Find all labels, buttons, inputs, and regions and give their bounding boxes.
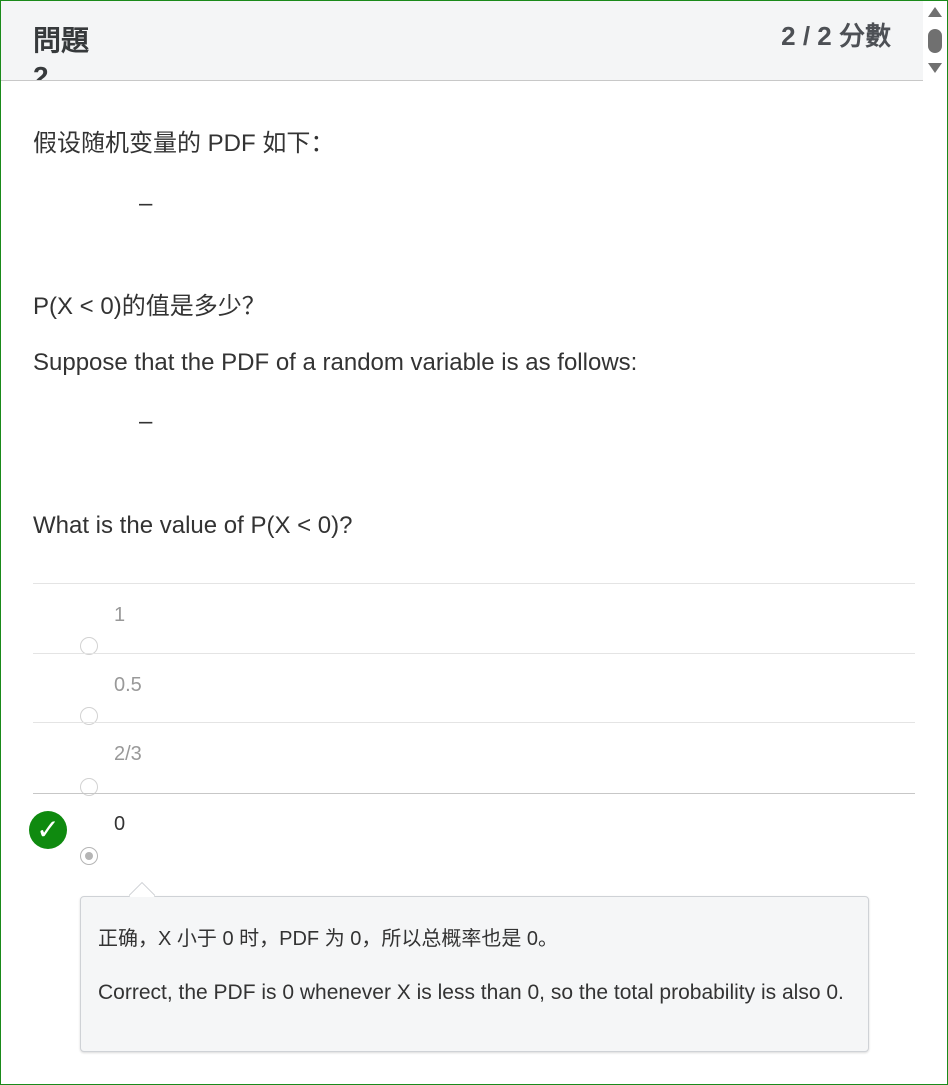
question-ask-zh: P(X < 0)的值是多少？ <box>33 293 266 320</box>
option-divider <box>33 793 915 794</box>
feedback-text-zh: 正确，X 小于 0 时，PDF 为 0，所以总概率也是 0。 <box>98 928 559 950</box>
feedback-text-en: Correct, the PDF is 0 whenever X is less… <box>98 981 844 1004</box>
question-intro-en: Suppose that the PDF of a random variabl… <box>33 349 638 376</box>
scroll-down-arrow-icon[interactable] <box>928 63 942 73</box>
option-divider <box>33 583 915 584</box>
problem-score: 2 / 2 分數 <box>781 21 891 51</box>
option-label: 0 <box>114 813 126 835</box>
option-label: 0.5 <box>114 674 142 696</box>
vertical-scrollbar[interactable] <box>924 1 946 80</box>
scroll-up-arrow-icon[interactable] <box>928 7 942 17</box>
problem-header: 問題 2 2 / 2 分數 <box>1 1 923 81</box>
correct-check-icon: ✓ <box>29 811 67 849</box>
scroll-thumb[interactable] <box>928 29 942 53</box>
option-radio-checked[interactable] <box>80 847 98 865</box>
formula-placeholder: – <box>139 408 153 435</box>
problem-title: 問題 2 <box>33 25 90 81</box>
question-ask-en: What is the value of P(X < 0)? <box>33 512 353 539</box>
feedback-box: 正确，X 小于 0 时，PDF 为 0，所以总概率也是 0。 Correct, … <box>80 896 869 1052</box>
question-intro-zh: 假设随机变量的 PDF 如下： <box>33 130 335 157</box>
option-label: 2/3 <box>114 743 142 765</box>
feedback-pointer <box>129 880 155 897</box>
option-divider <box>33 653 915 654</box>
formula-placeholder: – <box>139 190 153 217</box>
option-label: 1 <box>114 604 126 626</box>
option-divider <box>33 722 915 723</box>
